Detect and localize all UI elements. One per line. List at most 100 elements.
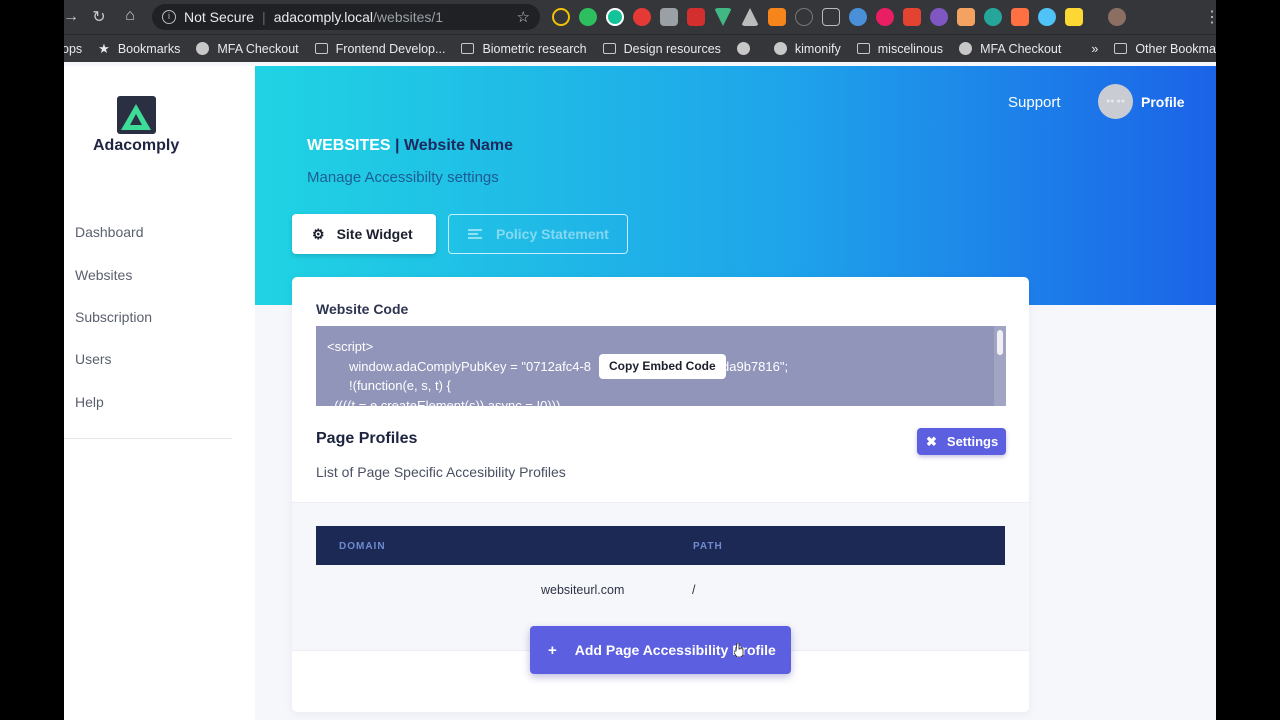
plus-icon: + <box>548 641 557 659</box>
bookmark-label: Bookmarks <box>117 41 181 56</box>
settings-button[interactable]: ✖ Settings <box>917 428 1006 455</box>
table-cell-path: / <box>692 583 696 597</box>
bookmark-folder[interactable]: Other Bookmarks <box>1114 42 1216 56</box>
extension-icon[interactable] <box>552 8 570 26</box>
bookmark-item[interactable]: kimonify <box>773 42 841 56</box>
tools-icon: ✖ <box>926 433 937 449</box>
hand-cursor-icon <box>734 643 744 657</box>
website-code-title: Website Code <box>316 301 409 317</box>
bookmarks-overflow[interactable]: » <box>1091 42 1098 56</box>
menu-icon[interactable]: ⋮ <box>1204 7 1216 27</box>
address-bar[interactable]: i Not Secure | adacomply.local/websites/… <box>152 4 540 30</box>
extension-icon[interactable] <box>957 8 975 26</box>
page-subtitle: Manage Accessibilty settings <box>307 169 499 186</box>
folder-icon <box>461 43 475 54</box>
star-icon: ★ <box>98 40 110 56</box>
code-line: window.adaComplyPubKey = "0712afc4-8 <box>349 359 592 374</box>
profile-link[interactable]: Profile <box>1141 94 1185 110</box>
page-profiles-title: Page Profiles <box>316 430 418 447</box>
bookmark-folder[interactable]: Biometric research <box>461 41 587 56</box>
grammarly-icon[interactable] <box>606 8 624 26</box>
extension-icon[interactable] <box>1038 8 1056 26</box>
bookmark-folder[interactable]: Frontend Develop... <box>314 42 445 56</box>
add-button-label: Add Page Accessibility Profile <box>574 642 776 658</box>
todoist-icon[interactable] <box>903 8 921 26</box>
globe-icon <box>736 42 750 55</box>
sidebar: Adacomply Dashboard Websites Subscriptio… <box>64 66 255 720</box>
adblock-icon[interactable] <box>633 8 651 26</box>
bookmark-label: MFA Checkout <box>980 41 1062 56</box>
breadcrumb-section[interactable]: WEBSITES <box>307 137 391 154</box>
code-line: da9b7816"; <box>722 359 789 374</box>
bookmark-label: Biometric research <box>482 41 587 56</box>
extension-icon[interactable] <box>795 8 813 26</box>
bookmark-label: Other Bookmarks <box>1135 41 1216 56</box>
sidebar-item-users[interactable]: Users <box>75 351 112 367</box>
extension-icon[interactable] <box>822 8 840 26</box>
bookmark-star-icon[interactable]: ☆ <box>517 8 530 26</box>
breadcrumb-separator: | <box>390 137 404 154</box>
url-separator: | <box>262 9 266 25</box>
folder-icon <box>314 43 328 54</box>
sidebar-item-subscription[interactable]: Subscription <box>75 309 152 325</box>
table-header: DOMAIN PATH <box>316 526 1005 565</box>
security-label: Not Secure <box>184 9 255 25</box>
gear-icon: ⚙ <box>312 225 325 242</box>
reload-icon[interactable]: ↻ <box>84 7 114 27</box>
user-avatar-icon[interactable] <box>1108 8 1126 26</box>
evernote-icon[interactable] <box>579 8 597 26</box>
extension-icon[interactable] <box>876 8 894 26</box>
sidebar-item-help[interactable]: Help <box>75 394 104 410</box>
sidebar-item-dashboard[interactable]: Dashboard <box>75 224 144 240</box>
sidebar-divider <box>64 438 232 439</box>
bookmark-item[interactable]: MFA Checkout <box>196 42 299 56</box>
camera-icon[interactable] <box>660 8 678 26</box>
breadcrumb: WEBSITES | Website Name <box>307 137 513 155</box>
bookmark-item[interactable]: MFA Checkout <box>959 42 1061 56</box>
tab-label: Policy Statement <box>496 226 609 242</box>
code-line: ((((t = e.createElement(s)).async = !0))… <box>327 398 561 406</box>
tab-site-widget[interactable]: ⚙ Site Widget <box>292 214 436 254</box>
info-icon[interactable]: i <box>162 10 176 24</box>
angular-icon[interactable] <box>741 8 759 26</box>
bookmark-label: ops <box>64 41 83 56</box>
avatar[interactable]: ●● ●● <box>1098 84 1133 119</box>
brand-name[interactable]: Adacomply <box>93 137 179 155</box>
copy-embed-code-button[interactable]: Copy Embed Code <box>599 354 726 379</box>
bookmarks-bar: ops ★ Bookmarks MFA Checkout Frontend Dev… <box>64 34 1216 62</box>
url-path: /websites/1 <box>373 9 444 25</box>
overflow-label: » <box>1091 41 1099 56</box>
forward-icon[interactable]: → <box>64 8 86 26</box>
code-line: <script> <box>327 339 374 354</box>
tab-label: Site Widget <box>336 226 413 242</box>
embed-code-textarea[interactable]: <script> window.adaComplyPubKey = "0712a… <box>316 326 1006 406</box>
bookmark-item[interactable]: ★ Bookmarks <box>98 41 180 57</box>
support-link[interactable]: Support <box>1008 94 1061 111</box>
logo-icon[interactable] <box>117 96 156 134</box>
page-profiles-subtitle: List of Page Specific Accesibility Profi… <box>316 464 566 480</box>
metamask-icon[interactable] <box>768 8 786 26</box>
bookmark-folder[interactable]: Design resources <box>602 41 721 56</box>
home-icon[interactable]: ⌂ <box>115 7 145 25</box>
tab-policy-statement[interactable]: Policy Statement <box>448 214 628 254</box>
bookmark-item[interactable] <box>736 42 758 55</box>
extension-icon[interactable] <box>984 8 1002 26</box>
extension-icon[interactable] <box>1065 8 1083 26</box>
vue-icon[interactable] <box>714 8 732 26</box>
extension-icon[interactable] <box>687 8 705 26</box>
column-header-path: PATH <box>693 541 723 552</box>
code-scrollbar[interactable] <box>994 326 1006 406</box>
bookmark-folder[interactable]: miscelinous <box>856 41 944 56</box>
bookmark-item[interactable]: ops <box>64 42 82 56</box>
bookmark-label: miscelinous <box>877 41 944 56</box>
settings-label: Settings <box>946 434 999 449</box>
sidebar-item-websites[interactable]: Websites <box>75 267 132 283</box>
add-page-profile-button[interactable]: + Add Page Accessibility Profile <box>530 626 791 674</box>
bookmark-label: Design resources <box>623 41 721 56</box>
browser-toolbar: → ↻ ⌂ i Not Secure | adacomply.local/web… <box>64 0 1216 34</box>
column-header-domain: DOMAIN <box>339 541 386 552</box>
globe-icon <box>196 42 210 55</box>
extension-icon[interactable] <box>930 8 948 26</box>
extension-icon[interactable] <box>849 8 867 26</box>
extension-icon[interactable] <box>1011 8 1029 26</box>
